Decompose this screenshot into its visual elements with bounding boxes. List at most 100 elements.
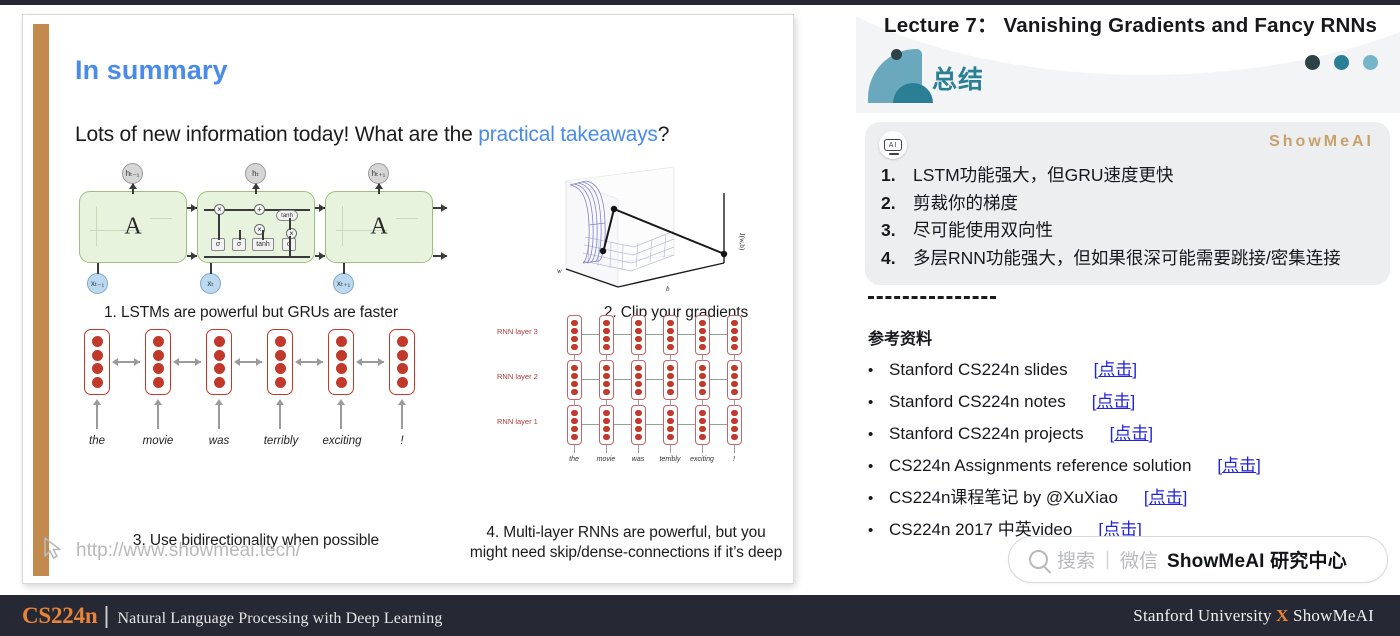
birnn-word-1: movie	[142, 435, 174, 447]
bullet-icon: •	[868, 361, 874, 379]
summary-item-number: 1.	[881, 165, 896, 185]
reference-label: CS224n 2017 中英video	[889, 519, 1073, 539]
lstm-h-node-1: hₜ	[245, 163, 266, 184]
mlrnn-box-l2-1	[599, 360, 614, 400]
reference-link[interactable]: [点击]	[1110, 425, 1153, 442]
mlrnn-box-l2-4	[695, 360, 710, 400]
summary-list: 1. LSTM功能强大，但GRU速度更快 2. 剪裁你的梯度 3. 尽可能使用双…	[881, 162, 1376, 272]
rnn-layer-label-3: RNN layer 3	[497, 327, 538, 336]
birnn-box-3	[267, 329, 293, 395]
footer-course-name: Natural Language Processing with Deep Le…	[117, 610, 443, 627]
header-dot-3	[1363, 55, 1378, 70]
mlrnn-box-l3-5	[727, 315, 742, 355]
footer-affiliation: Stanford University X ShowMeAI	[1133, 606, 1374, 626]
search-icon	[1029, 550, 1048, 569]
birnn-word-0: the	[89, 435, 105, 447]
rnn-layer-label-2: RNN layer 2	[497, 372, 538, 381]
search-brand: ShowMeAI 研究中心	[1166, 551, 1347, 572]
reference-label: Stanford CS224n slides	[889, 359, 1068, 379]
summary-item-text: 尽可能使用双向性	[913, 220, 1053, 240]
lecture-title: Lecture 7： Vanishing Gradients and Fancy…	[884, 14, 1378, 37]
footer-affiliation-left: Stanford University	[1133, 605, 1277, 625]
reference-label: Stanford CS224n notes	[889, 391, 1066, 411]
reference-item: • Stanford CS224n projects [点击]	[868, 417, 1388, 449]
birnn-box-2	[206, 329, 232, 395]
summary-item-number: 2.	[881, 192, 896, 213]
reference-link[interactable]: [点击]	[1094, 361, 1137, 378]
search-placeholder: 搜索	[1057, 551, 1096, 572]
mlrnn-box-l1-5	[727, 405, 742, 445]
birnn-box-5	[389, 329, 415, 395]
summary-item: 4. 多层RNN功能强大，但如果很深可能需要跳接/密集连接	[881, 245, 1376, 273]
slide-accent-bar	[33, 24, 49, 576]
footer-left-group: CS224n | Natural Language Processing wit…	[22, 602, 442, 629]
mlrnn-box-l1-1	[599, 405, 614, 445]
reference-label: CS224n课程笔记 by @XuXiao	[889, 487, 1118, 507]
birnn-box-4	[328, 329, 354, 395]
header-dot-1	[1305, 55, 1320, 70]
reference-link[interactable]: [点击]	[1217, 457, 1260, 474]
mlrnn-box-l2-5	[727, 360, 742, 400]
lstm-op-add: +	[254, 204, 265, 215]
lstm-cell-label: A	[124, 213, 142, 240]
birnn-box-0	[84, 329, 110, 395]
slide-viewer: In summary Lots of new information today…	[0, 0, 1400, 636]
summary-item-text: LSTM功能强大，但GRU速度更快	[913, 165, 1174, 185]
mlrnn-box-l3-0	[567, 315, 582, 355]
summary-item-text: 多层RNN功能强大，但如果很深可能需要跳接/密集连接	[913, 247, 1341, 268]
reference-link[interactable]: [点击]	[1144, 489, 1187, 506]
slide-lead-suffix: ?	[657, 123, 670, 146]
search-divider: |	[1105, 548, 1110, 570]
header-dot-2	[1334, 55, 1349, 70]
bullet-icon: •	[868, 425, 874, 443]
summary-item-text: 剪裁你的梯度	[913, 192, 1018, 213]
footer-affiliation-right: ShowMeAI	[1288, 605, 1374, 625]
gradient-clipping-diagram: J(w,b) w b	[526, 163, 826, 295]
footer-divider: |	[103, 602, 110, 628]
footer-affiliation-x: X	[1276, 605, 1289, 625]
lstm-tanh-pill: tanh	[276, 210, 298, 221]
reference-item: • Stanford CS224n notes [点击]	[868, 385, 1388, 417]
multilayer-rnn-diagram: RNN layer 3 RNN layer 2 RNN layer 1 the …	[491, 313, 821, 523]
birnn-word-2: was	[208, 435, 230, 447]
bullet-icon: •	[868, 457, 874, 475]
references-list: • Stanford CS224n slides [点击] • Stanford…	[868, 353, 1388, 545]
reference-link[interactable]: [点击]	[1098, 521, 1141, 538]
lstm-x-node-0: xₜ₋₁	[87, 273, 108, 294]
ai-badge-icon: AI	[879, 131, 907, 159]
reference-item: • CS224n课程笔记 by @XuXiao [点击]	[868, 481, 1388, 513]
showmeai-brand-mark: ShowMeAI	[1269, 133, 1374, 150]
summary-item: 1. LSTM功能强大，但GRU速度更快	[881, 162, 1376, 190]
reference-item: • Stanford CS224n slides [点击]	[868, 353, 1388, 385]
slide-title: In summary	[75, 55, 228, 85]
mlrnn-box-l2-0	[567, 360, 582, 400]
summary-item-number: 4.	[881, 247, 896, 268]
caption-multilayer: 4. Multi-layer RNNs are powerful, but yo…	[426, 523, 826, 564]
slide-card: In summary Lots of new information today…	[22, 14, 794, 584]
mlrnn-box-l1-3	[663, 405, 678, 445]
slide-lead-prefix: Lots of new information today! What are …	[75, 123, 479, 146]
bidirectional-rnn-diagram: the movie was terribly exciting !	[71, 315, 431, 515]
mlrnn-box-l3-3	[663, 315, 678, 355]
mlrnn-box-l3-1	[599, 315, 614, 355]
reference-label: Stanford CS224n projects	[889, 423, 1084, 443]
showmeai-logo	[862, 47, 933, 103]
search-bar[interactable]: 搜索 | 微信 ShowMeAI 研究中心	[1008, 536, 1388, 583]
birnn-word-3: terribly	[263, 435, 299, 447]
birnn-word-4: exciting	[322, 435, 362, 447]
axis-label-b: b	[666, 285, 670, 293]
right-panel: Lecture 7： Vanishing Gradients and Fancy…	[856, 5, 1400, 595]
references-heading: 参考资料	[868, 331, 933, 348]
bullet-icon: •	[868, 489, 874, 507]
birnn-word-5: !	[400, 435, 404, 447]
summary-card: AI ShowMeAI 1. LSTM功能强大，但GRU速度更快 2. 剪裁你的…	[865, 122, 1390, 285]
footer-course-code: CS224n	[22, 603, 98, 628]
summary-item: 3. 尽可能使用双向性	[881, 217, 1376, 245]
lstm-cell-left: A	[79, 191, 187, 263]
footer-bar: CS224n | Natural Language Processing wit…	[0, 595, 1400, 636]
mlrnn-box-l1-4	[695, 405, 710, 445]
caption-multilayer-line1: 4. Multi-layer RNNs are powerful, but yo…	[486, 524, 766, 541]
reference-link[interactable]: [点击]	[1092, 393, 1135, 410]
lstm-cell-middle: × + × × tanh σ σ tanh σ	[197, 191, 315, 263]
reference-label: CS224n Assignments reference solution	[889, 455, 1192, 475]
